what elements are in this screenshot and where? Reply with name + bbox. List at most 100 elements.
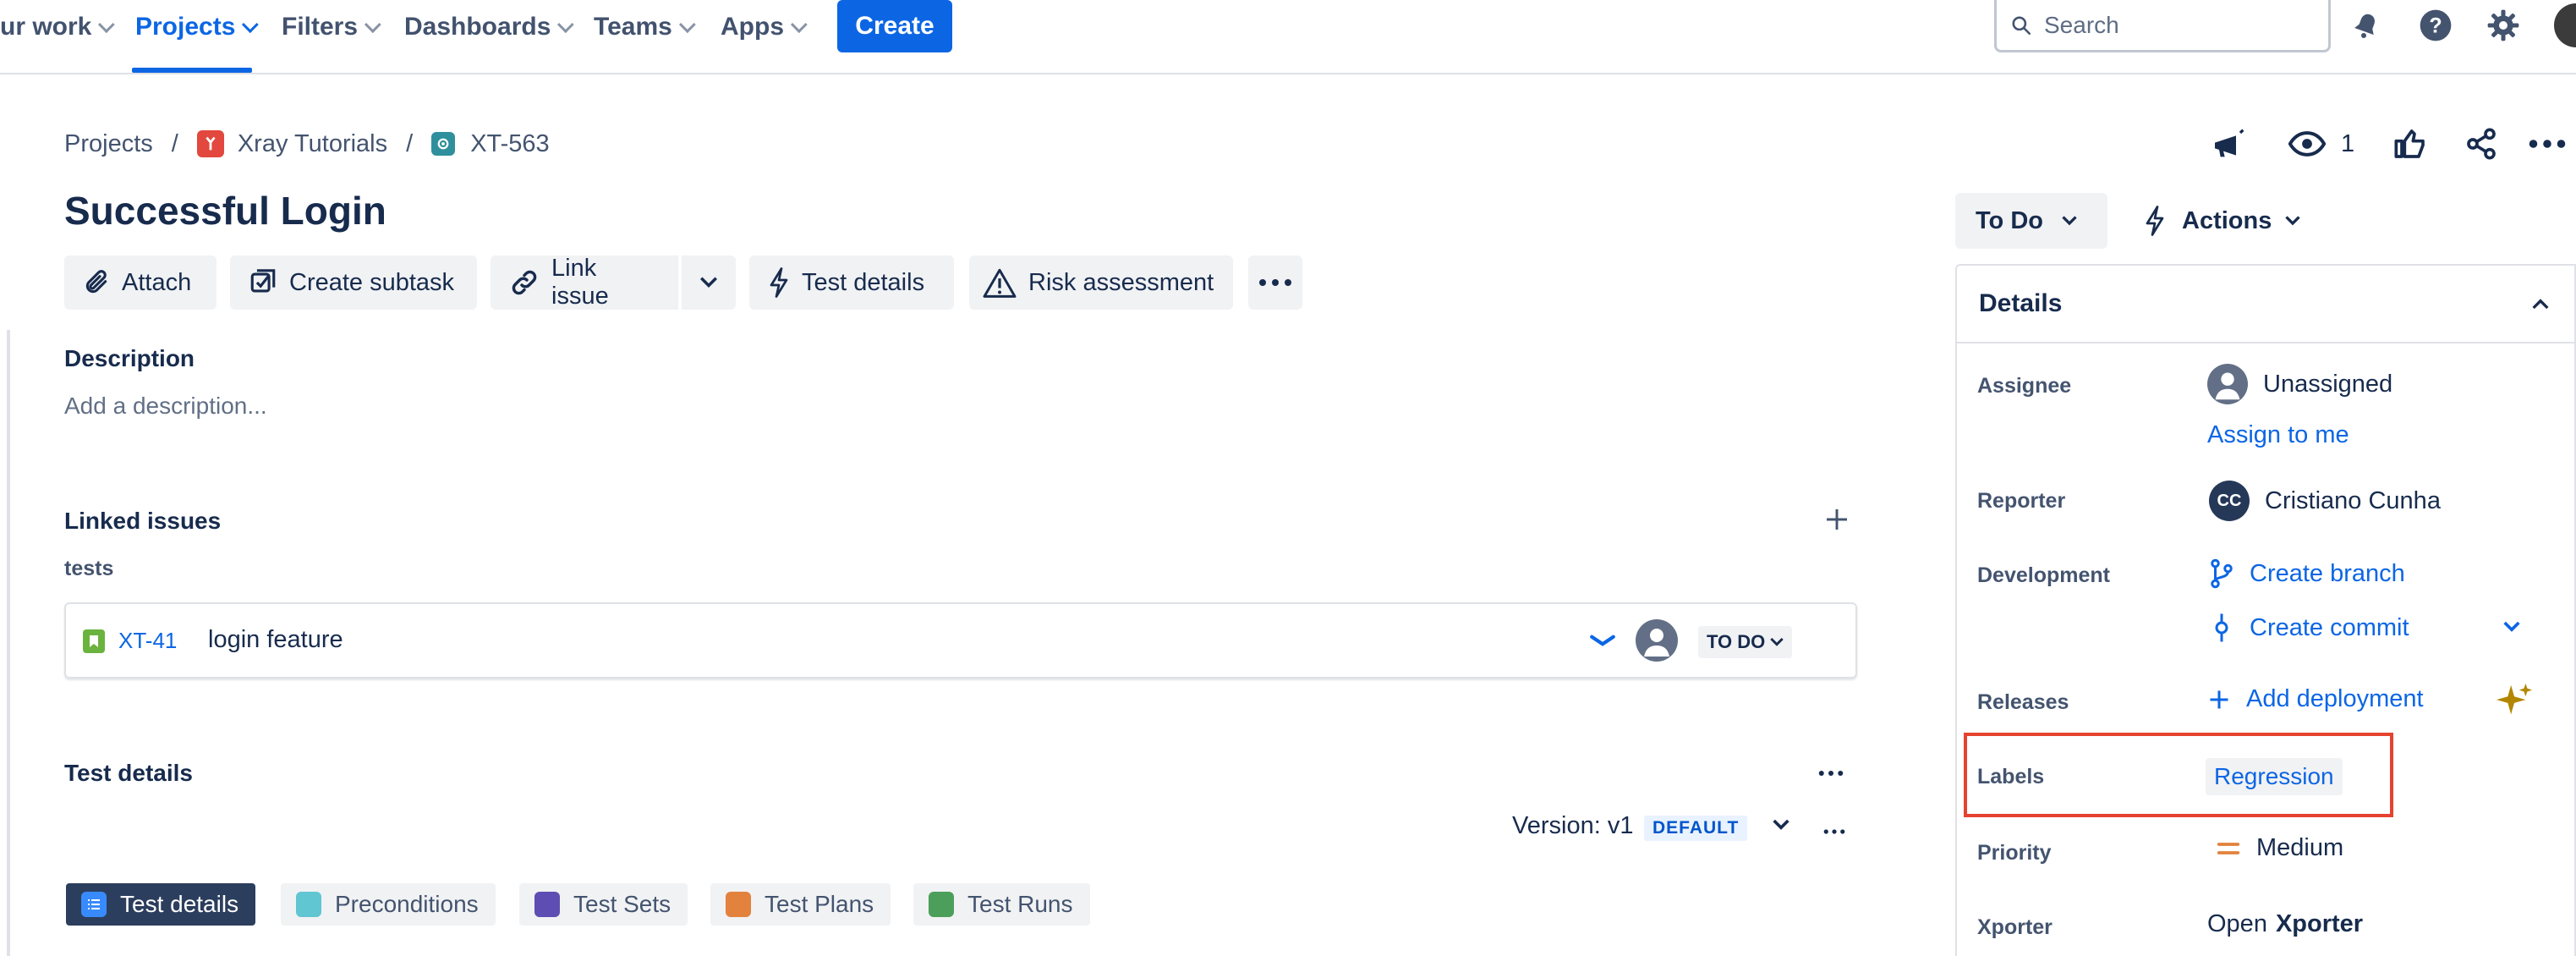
create-subtask-button[interactable]: Create subtask	[230, 255, 477, 310]
test-run-icon	[929, 892, 954, 917]
nav-dashboards[interactable]: Dashboards	[404, 0, 575, 54]
link-issue-label: Link issue	[551, 255, 609, 310]
version-label[interactable]: Version: v1	[1512, 812, 1633, 840]
tab-test-details-label: Test details	[120, 891, 239, 917]
nav-filters[interactable]: Filters	[282, 0, 381, 54]
chevron-down-icon	[364, 16, 381, 34]
issue-title[interactable]: Successful Login	[64, 188, 386, 234]
story-icon	[83, 629, 105, 653]
test-details-more-icon[interactable]	[1818, 766, 1844, 782]
label-regression[interactable]: Regression	[2206, 758, 2343, 795]
like-thumbs-up-icon[interactable]	[2393, 127, 2427, 165]
status-label: To Do	[1976, 206, 2043, 234]
xporter-label: Xporter	[1977, 915, 2053, 939]
assignee-value: Unassigned	[2263, 370, 2393, 398]
link-icon	[512, 270, 537, 295]
search-input[interactable]	[2044, 11, 2298, 39]
nav-your-work-label: ur work	[0, 13, 92, 41]
create-branch-link[interactable]: Create branch	[2209, 558, 2405, 589]
share-icon[interactable]	[2464, 127, 2498, 165]
ai-sparkle-icon[interactable]	[2495, 682, 2534, 725]
test-set-icon	[534, 892, 560, 917]
assignee-field[interactable]: Unassigned	[2207, 364, 2392, 404]
nav-active-indicator	[132, 68, 252, 73]
unassigned-avatar[interactable]	[1636, 619, 1678, 662]
user-avatar[interactable]	[2554, 3, 2576, 47]
lightning-icon	[770, 267, 788, 298]
subtask-icon	[250, 269, 276, 293]
breadcrumb-projects[interactable]: Projects	[64, 130, 153, 158]
more-options-icon	[1259, 279, 1291, 286]
nav-your-work[interactable]: ur work	[0, 0, 116, 54]
risk-assessment-button[interactable]: Risk assessment	[969, 255, 1233, 310]
linked-issue-summary[interactable]: login feature	[208, 626, 343, 654]
create-commit-label: Create commit	[2250, 613, 2409, 641]
top-navigation: ur work Projects Filters Dashboards Team…	[0, 0, 2576, 74]
open-xporter-link[interactable]: Open Xporter	[2207, 910, 2363, 938]
development-expand-chevron-icon[interactable]	[2503, 621, 2520, 637]
create-commit-link[interactable]: Create commit	[2209, 613, 2409, 643]
xporter-open-label: Open	[2207, 910, 2267, 937]
reporter-value: Cristiano Cunha	[2265, 486, 2441, 514]
version-dropdown-chevron-icon[interactable]	[1773, 819, 1789, 835]
nav-teams[interactable]: Teams	[594, 0, 696, 54]
create-button[interactable]: Create	[837, 0, 952, 52]
settings-gear-icon[interactable]	[2485, 7, 2522, 44]
test-details-label: Test details	[802, 268, 925, 296]
link-issue-button[interactable]: Link issue	[491, 255, 678, 310]
description-input[interactable]: Add a description...	[64, 393, 267, 420]
test-details-button[interactable]: Test details	[749, 255, 954, 310]
add-deployment-link[interactable]: Add deployment	[2207, 685, 2424, 713]
linked-issue-key[interactable]: XT-41	[118, 628, 177, 654]
nav-apps[interactable]: Apps	[721, 0, 808, 54]
tab-preconditions[interactable]: Preconditions	[281, 883, 496, 926]
chevron-down-icon	[678, 16, 696, 34]
paperclip-icon	[85, 270, 107, 294]
reporter-field[interactable]: CC Cristiano Cunha	[2209, 481, 2441, 521]
status-dropdown-button[interactable]: To Do	[1955, 193, 2107, 249]
link-issue-dropdown[interactable]	[682, 255, 736, 310]
add-linked-issue-icon[interactable]	[1823, 506, 1850, 537]
tab-test-details[interactable]: Test details	[66, 883, 256, 926]
chevron-down-icon	[557, 16, 575, 34]
tab-test-plans[interactable]: Test Plans	[710, 883, 891, 926]
linked-issue-status[interactable]: TO DO	[1698, 626, 1793, 658]
assign-to-me-link[interactable]: Assign to me	[2207, 421, 2349, 449]
notifications-icon[interactable]	[2348, 7, 2385, 44]
development-label: Development	[1977, 563, 2110, 587]
actions-button[interactable]: Actions	[2141, 193, 2301, 249]
priority-field[interactable]: Medium	[2216, 834, 2343, 862]
search-box[interactable]	[1994, 0, 2331, 52]
tab-test-sets-label: Test Sets	[573, 891, 671, 917]
priority-medium-icon	[2217, 842, 2240, 854]
breadcrumb-project[interactable]: Xray Tutorials	[238, 130, 387, 158]
xporter-name: Xporter	[2275, 910, 2364, 937]
assignee-label: Assignee	[1977, 374, 2072, 398]
reporter-label: Reporter	[1977, 489, 2066, 513]
watch-button[interactable]: 1	[2288, 129, 2354, 159]
unassigned-avatar	[2207, 364, 2248, 404]
nav-projects[interactable]: Projects	[135, 0, 260, 54]
create-subtask-label: Create subtask	[289, 268, 455, 296]
breadcrumb: Projects / Xray Tutorials / XT-563	[64, 127, 550, 161]
help-icon[interactable]: ?	[2417, 7, 2454, 44]
details-header[interactable]: Details	[1957, 266, 2574, 343]
feedback-megaphone-icon[interactable]	[2209, 129, 2246, 167]
risk-assessment-label: Risk assessment	[1028, 268, 1214, 296]
tab-test-runs[interactable]: Test Runs	[913, 883, 1090, 926]
attach-label: Attach	[122, 268, 192, 296]
more-options-icon[interactable]	[2529, 134, 2566, 158]
description-heading: Description	[64, 345, 195, 371]
chevron-down-icon	[2285, 216, 2301, 226]
version-more-icon[interactable]	[1823, 824, 1845, 839]
attach-button[interactable]: Attach	[64, 255, 216, 310]
breadcrumb-issue-key[interactable]: XT-563	[470, 130, 550, 158]
more-actions-button[interactable]	[1248, 255, 1302, 310]
linked-issues-heading: Linked issues	[64, 508, 222, 534]
tab-preconditions-label: Preconditions	[335, 891, 479, 917]
linked-issue-row[interactable]: XT-41 login feature TO DO	[64, 602, 1857, 679]
lightning-icon	[2146, 206, 2164, 236]
link-relation-label: tests	[64, 557, 114, 580]
watchers-count: 1	[2341, 129, 2355, 157]
tab-test-sets[interactable]: Test Sets	[519, 883, 688, 926]
